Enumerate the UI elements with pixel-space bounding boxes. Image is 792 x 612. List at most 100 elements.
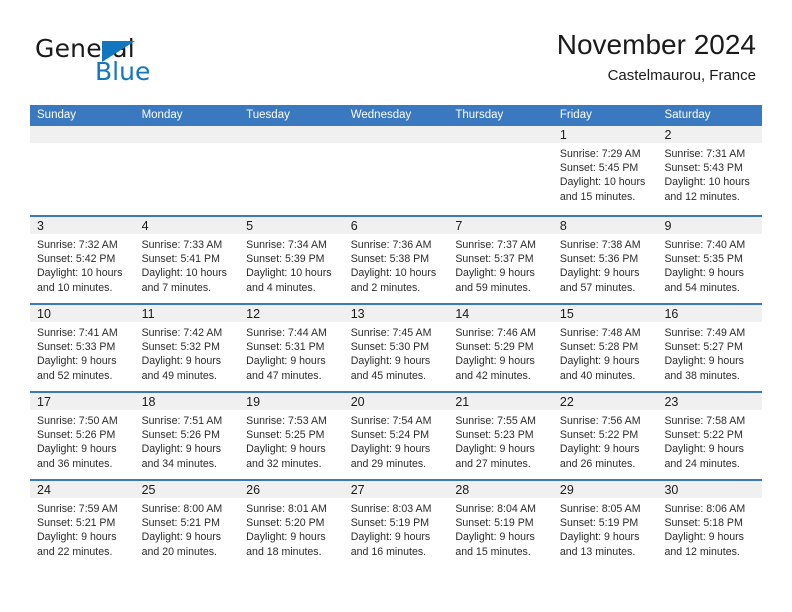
day-cell[interactable]: 25 Sunrise: 8:00 AM Sunset: 5:21 PM Dayl…: [134, 481, 240, 567]
daylight-text: Daylight: 9 hours and 59 minutes.: [455, 267, 535, 294]
day-cell[interactable]: 7 Sunrise: 7:37 AM Sunset: 5:37 PM Dayli…: [448, 217, 553, 303]
day-number-band: 30: [657, 481, 763, 498]
day-number: 20: [350, 395, 365, 409]
daylight-text: Daylight: 9 hours and 42 minutes.: [455, 355, 535, 382]
day-cell[interactable]: 24 Sunrise: 7:59 AM Sunset: 5:21 PM Dayl…: [30, 481, 135, 567]
day-cell[interactable]: [343, 126, 449, 215]
sunrise-text: Sunrise: 8:04 AM: [455, 503, 536, 515]
day-cell[interactable]: [134, 126, 240, 215]
day-number: 4: [141, 219, 149, 233]
sunset-text: Sunset: 5:22 PM: [559, 429, 639, 442]
sunrise-text: Sunrise: 7:33 AM: [141, 239, 223, 251]
daylight-text: Daylight: 10 hours and 7 minutes.: [141, 267, 227, 294]
day-cell[interactable]: 23 Sunrise: 7:58 AM Sunset: 5:22 PM Dayl…: [657, 393, 763, 479]
day-cell[interactable]: [239, 126, 344, 215]
day-cell[interactable]: 22 Sunrise: 7:56 AM Sunset: 5:22 PM Dayl…: [552, 393, 658, 479]
day-cell[interactable]: 11 Sunrise: 7:42 AM Sunset: 5:32 PM Dayl…: [134, 305, 240, 391]
day-details: Sunrise: 7:36 AM Sunset: 5:38 PM Dayligh…: [344, 234, 449, 295]
day-cell[interactable]: 8 Sunrise: 7:38 AM Sunset: 5:36 PM Dayli…: [552, 217, 658, 303]
day-number-band: 16: [657, 305, 763, 322]
daylight-text: Daylight: 9 hours and 36 minutes.: [37, 443, 117, 470]
day-cell[interactable]: 3 Sunrise: 7:32 AM Sunset: 5:42 PM Dayli…: [30, 217, 135, 303]
day-number-band: 4: [134, 217, 240, 234]
day-cell[interactable]: 1 Sunrise: 7:29 AM Sunset: 5:45 PM Dayli…: [552, 126, 658, 215]
day-cell[interactable]: 5 Sunrise: 7:34 AM Sunset: 5:39 PM Dayli…: [239, 217, 344, 303]
day-cell[interactable]: 4 Sunrise: 7:33 AM Sunset: 5:41 PM Dayli…: [134, 217, 240, 303]
daylight-text: Daylight: 9 hours and 40 minutes.: [559, 355, 640, 382]
day-cell[interactable]: 9 Sunrise: 7:40 AM Sunset: 5:35 PM Dayli…: [657, 217, 763, 303]
day-details: Sunrise: 7:50 AM Sunset: 5:26 PM Dayligh…: [30, 410, 135, 471]
day-cell[interactable]: 17 Sunrise: 7:50 AM Sunset: 5:26 PM Dayl…: [30, 393, 135, 479]
day-number: 9: [664, 219, 672, 233]
week-row: 10 Sunrise: 7:41 AM Sunset: 5:33 PM Dayl…: [30, 303, 763, 391]
day-cell[interactable]: 19 Sunrise: 7:53 AM Sunset: 5:25 PM Dayl…: [239, 393, 344, 479]
day-cell[interactable]: 28 Sunrise: 8:04 AM Sunset: 5:19 PM Dayl…: [448, 481, 553, 567]
day-details: Sunrise: 7:37 AM Sunset: 5:37 PM Dayligh…: [448, 234, 553, 295]
day-cell[interactable]: 26 Sunrise: 8:01 AM Sunset: 5:20 PM Dayl…: [239, 481, 344, 567]
sunset-text: Sunset: 5:18 PM: [664, 517, 743, 530]
day-number-band: [30, 126, 135, 143]
day-number: 24: [37, 483, 51, 497]
day-number: 23: [664, 395, 679, 409]
sunrise-text: Sunrise: 7:51 AM: [141, 415, 223, 427]
sunset-text: Sunset: 5:19 PM: [350, 517, 430, 530]
day-number: 2: [664, 128, 672, 142]
day-details: Sunrise: 7:31 AM Sunset: 5:43 PM Dayligh…: [657, 143, 762, 204]
sunrise-text: Sunrise: 7:49 AM: [664, 327, 746, 339]
week-row: 17 Sunrise: 7:50 AM Sunset: 5:26 PM Dayl…: [30, 391, 763, 479]
sunset-text: Sunset: 5:38 PM: [350, 253, 430, 266]
day-details: Sunrise: 7:53 AM Sunset: 5:25 PM Dayligh…: [239, 410, 344, 471]
day-cell[interactable]: [448, 126, 553, 215]
day-number: 18: [141, 395, 156, 409]
day-number: 16: [664, 307, 679, 321]
day-cell[interactable]: 30 Sunrise: 8:06 AM Sunset: 5:18 PM Dayl…: [657, 481, 763, 567]
day-cell[interactable]: 6 Sunrise: 7:36 AM Sunset: 5:38 PM Dayli…: [343, 217, 449, 303]
sunrise-text: Sunrise: 7:41 AM: [37, 327, 118, 339]
day-number-band: 14: [448, 305, 553, 322]
day-cell[interactable]: 27 Sunrise: 8:03 AM Sunset: 5:19 PM Dayl…: [343, 481, 449, 567]
sunset-text: Sunset: 5:26 PM: [37, 429, 116, 442]
day-number: 10: [37, 307, 51, 321]
sunrise-text: Sunrise: 7:44 AM: [246, 327, 327, 339]
day-cell[interactable]: 21 Sunrise: 7:55 AM Sunset: 5:23 PM Dayl…: [448, 393, 553, 479]
week-row: 1 Sunrise: 7:29 AM Sunset: 5:45 PM Dayli…: [30, 126, 763, 215]
weekday-header-saturday: Saturday: [664, 109, 711, 121]
day-details: Sunrise: 8:03 AM Sunset: 5:19 PM Dayligh…: [344, 498, 449, 559]
week-row: 24 Sunrise: 7:59 AM Sunset: 5:21 PM Dayl…: [30, 479, 763, 567]
day-number-band: 28: [448, 481, 553, 498]
day-cell[interactable]: 13 Sunrise: 7:45 AM Sunset: 5:30 PM Dayl…: [343, 305, 449, 391]
day-details: Sunrise: 8:00 AM Sunset: 5:21 PM Dayligh…: [135, 498, 240, 559]
logo-text-blue: Blue: [95, 57, 151, 86]
daylight-text: Daylight: 9 hours and 22 minutes.: [37, 531, 117, 558]
daylight-text: Daylight: 10 hours and 12 minutes.: [664, 176, 750, 203]
day-details: Sunrise: 7:40 AM Sunset: 5:35 PM Dayligh…: [657, 234, 762, 295]
day-cell[interactable]: 12 Sunrise: 7:44 AM Sunset: 5:31 PM Dayl…: [239, 305, 344, 391]
sunrise-text: Sunrise: 7:32 AM: [37, 239, 118, 251]
day-number: 8: [559, 219, 567, 233]
weekday-header-row: Sunday Monday Tuesday Wednesday Thursday…: [30, 105, 762, 126]
day-cell[interactable]: 18 Sunrise: 7:51 AM Sunset: 5:26 PM Dayl…: [134, 393, 240, 479]
sunset-text: Sunset: 5:42 PM: [37, 253, 116, 266]
day-cell[interactable]: 16 Sunrise: 7:49 AM Sunset: 5:27 PM Dayl…: [657, 305, 763, 391]
sunrise-text: Sunrise: 8:06 AM: [664, 503, 746, 515]
day-details: [239, 143, 344, 147]
day-number-band: [134, 126, 240, 143]
sunset-text: Sunset: 5:45 PM: [559, 162, 639, 175]
day-cell[interactable]: [30, 126, 135, 215]
day-cell[interactable]: 15 Sunrise: 7:48 AM Sunset: 5:28 PM Dayl…: [552, 305, 658, 391]
day-cell[interactable]: 10 Sunrise: 7:41 AM Sunset: 5:33 PM Dayl…: [30, 305, 135, 391]
day-details: Sunrise: 7:48 AM Sunset: 5:28 PM Dayligh…: [553, 322, 658, 383]
day-cell[interactable]: 20 Sunrise: 7:54 AM Sunset: 5:24 PM Dayl…: [343, 393, 449, 479]
day-cell[interactable]: 29 Sunrise: 8:05 AM Sunset: 5:19 PM Dayl…: [552, 481, 658, 567]
day-number: 30: [664, 483, 679, 497]
page-title: November 2024: [556, 29, 756, 60]
day-details: Sunrise: 7:51 AM Sunset: 5:26 PM Dayligh…: [135, 410, 240, 471]
day-cell[interactable]: 2 Sunrise: 7:31 AM Sunset: 5:43 PM Dayli…: [657, 126, 763, 215]
day-cell[interactable]: 14 Sunrise: 7:46 AM Sunset: 5:29 PM Dayl…: [448, 305, 553, 391]
daylight-text: Daylight: 9 hours and 57 minutes.: [559, 267, 640, 294]
sunrise-text: Sunrise: 7:56 AM: [559, 415, 641, 427]
daylight-text: Daylight: 9 hours and 20 minutes.: [141, 531, 222, 558]
weekday-header-sunday: Sunday: [37, 109, 77, 121]
sunrise-text: Sunrise: 7:36 AM: [350, 239, 432, 251]
sunset-text: Sunset: 5:19 PM: [559, 517, 639, 530]
